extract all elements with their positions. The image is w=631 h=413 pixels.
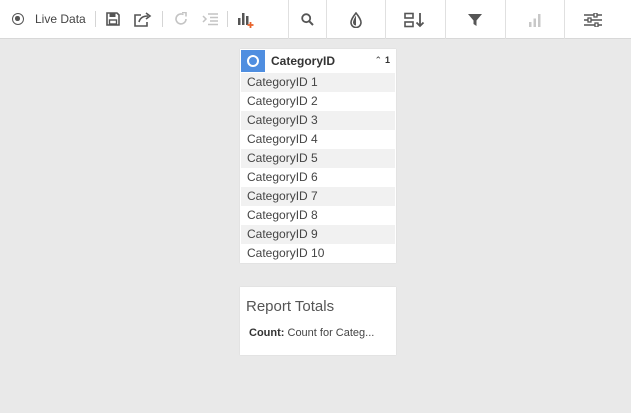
list-item: CategoryID 2	[247, 94, 318, 108]
field-type-icon[interactable]	[241, 50, 265, 72]
radio-target-icon	[12, 13, 24, 25]
redo-icon	[174, 12, 187, 25]
list-item: CategoryID 7	[241, 187, 395, 206]
sort-indicator[interactable]: ⌃ 1	[374, 56, 390, 65]
filter-icon	[468, 13, 483, 26]
field-header[interactable]: CategoryID ⌃ 1	[240, 49, 396, 73]
search-button[interactable]	[287, 0, 326, 39]
sort-order-number: 1	[384, 55, 390, 65]
report-designer: Live Data CategoryID ⌃ 1 CategoryID 1 Ca…	[0, 0, 631, 413]
filter-button[interactable]	[444, 0, 505, 39]
count-value: Count for Categ...	[287, 327, 375, 339]
toolbar: Live Data	[0, 0, 631, 39]
list-item: CategoryID 9	[241, 225, 395, 244]
save-icon	[105, 12, 120, 26]
settings-button[interactable]	[563, 0, 621, 39]
redo-button	[163, 0, 199, 38]
sort-button[interactable]	[384, 0, 445, 39]
field-title: CategoryID	[271, 54, 336, 68]
search-icon	[301, 13, 314, 26]
add-chart-icon	[237, 13, 254, 28]
indent-list-icon	[202, 13, 218, 26]
list-item: CategoryID 1	[241, 73, 395, 92]
list-item: CategoryID 8	[247, 208, 318, 222]
color-drop-icon	[349, 11, 362, 28]
share-export-icon	[133, 11, 152, 27]
field-rows: CategoryID 1 CategoryID 2 CategoryID 3 C…	[240, 73, 396, 263]
save-button[interactable]	[96, 0, 130, 38]
list-item: CategoryID 4	[247, 132, 318, 146]
add-chart-button[interactable]	[228, 0, 264, 38]
color-button[interactable]	[325, 0, 385, 39]
chevron-up-icon: ⌃	[374, 55, 382, 65]
list-item: CategoryID 6	[247, 170, 318, 184]
bar-chart-icon	[528, 13, 541, 27]
live-data-toggle[interactable]: Live Data	[0, 0, 95, 38]
report-totals-title: Report Totals	[246, 298, 335, 315]
share-button[interactable]	[130, 0, 156, 38]
list-item: CategoryID 5	[241, 149, 395, 168]
field-column-categoryid[interactable]: CategoryID ⌃ 1 CategoryID 1 CategoryID 2…	[240, 49, 396, 263]
sort-icon	[404, 12, 425, 27]
totals-count-line[interactable]: Count: Count for Categ...	[249, 327, 391, 339]
count-label: Count:	[249, 327, 285, 339]
toolbar-left-group: Live Data	[0, 0, 264, 38]
report-canvas: CategoryID ⌃ 1 CategoryID 1 CategoryID 2…	[0, 39, 631, 413]
sliders-settings-icon	[583, 12, 602, 27]
list-item: CategoryID 10	[247, 246, 325, 260]
chart-button	[504, 0, 564, 39]
ring-icon	[247, 55, 259, 67]
live-data-label: Live Data	[35, 12, 86, 26]
report-totals-panel[interactable]: Report Totals Count: Count for Categ...	[240, 287, 396, 355]
indent-button	[199, 0, 221, 38]
list-item: CategoryID 3	[241, 111, 395, 130]
